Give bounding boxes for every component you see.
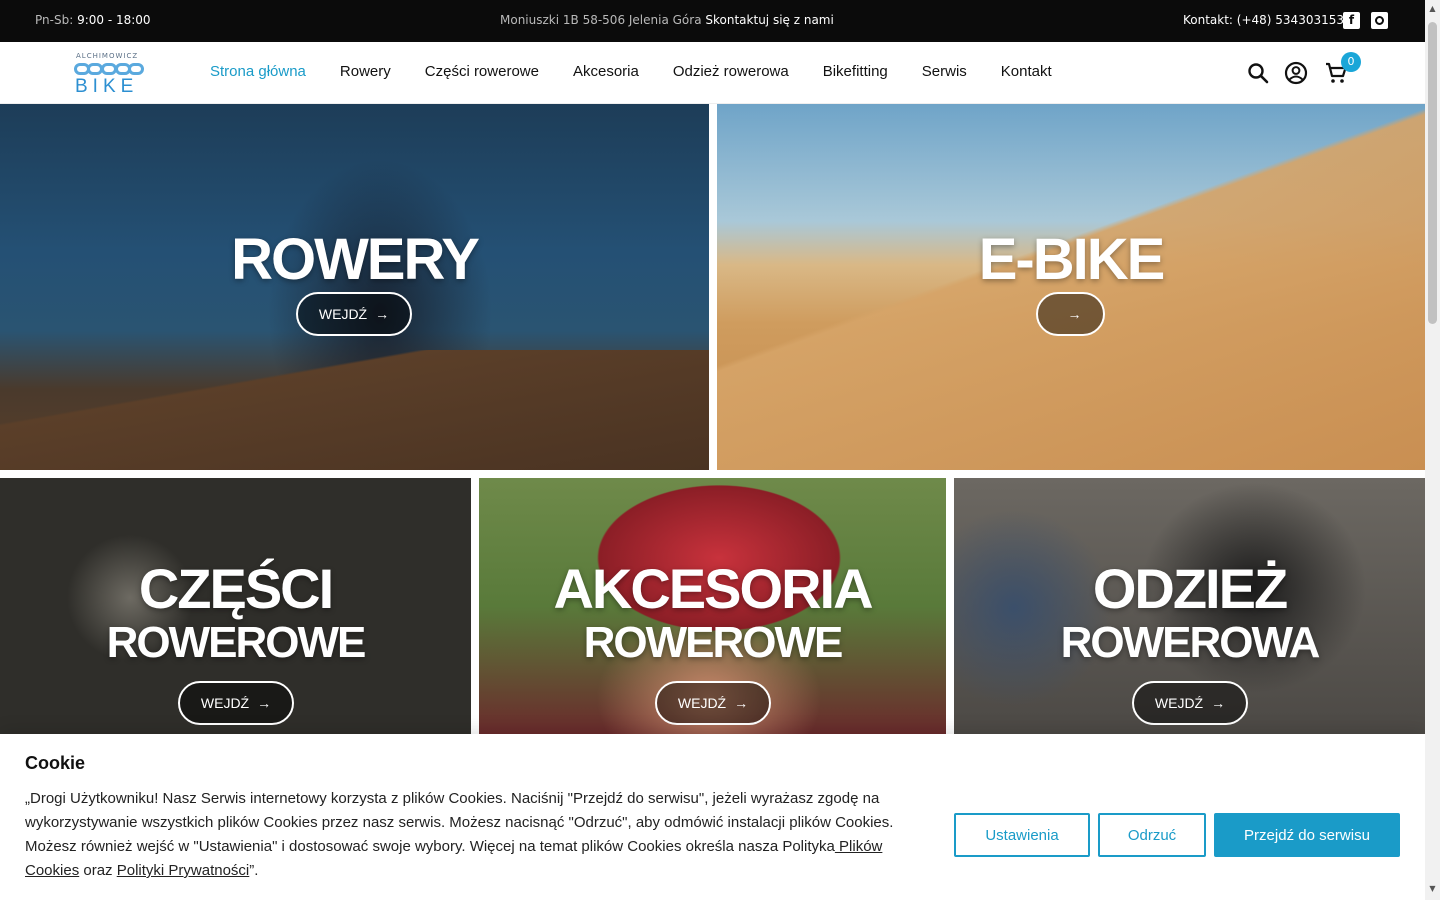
scroll-down-icon[interactable]: ▼ (1428, 884, 1437, 893)
cookie-body: „Drogi Użytkowniku! Nasz Serwis internet… (25, 790, 894, 855)
street-address: Moniuszki 1B 58-506 Jelenia Góra (500, 13, 702, 27)
cookie-settings-button[interactable]: Ustawienia (954, 813, 1090, 857)
opening-hours: Pn-Sb: 9:00 - 18:00 (35, 13, 151, 27)
tile-accessories-title-line2: ROWEROWE (583, 618, 844, 667)
tile-parts-button[interactable]: WEJDŹ → (178, 681, 294, 725)
tile-clothing[interactable]: ODZIEŻ ROWEROWA WEJDŹ → (954, 478, 1425, 734)
tile-accessories[interactable]: AKCESORIA ROWEROWE WEJDŹ → (479, 478, 946, 734)
nav-clothing[interactable]: Odzież rowerowa (673, 63, 789, 80)
hours-value: 9:00 - 18:00 (77, 13, 151, 27)
arrow-right-icon: → (1211, 695, 1226, 711)
hours-label: Pn-Sb: (35, 13, 74, 27)
site-logo[interactable]: ALCHIMOWICZ BIKE (74, 52, 144, 97)
contact-phone[interactable]: Kontakt: (+48) 534303153 (1183, 13, 1344, 27)
tile-clothing-title-line2: ROWEROWA (1060, 618, 1321, 667)
tile-parts-button-label: WEJDŹ (200, 695, 250, 711)
cookie-accept-button[interactable]: Przejdź do serwisu (1214, 813, 1400, 857)
search-icon[interactable] (1246, 61, 1270, 85)
tile-bikes[interactable]: ROWERY WEJDŹ → (0, 104, 709, 470)
tile-parts-title-line2: ROWEROWE (106, 618, 367, 667)
cookie-banner: Cookie „Drogi Użytkowniku! Nasz Serwis i… (0, 734, 1425, 900)
nav-contact[interactable]: Kontakt (1001, 63, 1052, 80)
tile-parts-title-line1: CZĘŚCI (138, 557, 334, 620)
arrow-right-icon: → (1067, 306, 1082, 322)
tile-clothing-button-label: WEJDŹ (1154, 695, 1204, 711)
arrow-right-icon: → (375, 306, 390, 322)
main-nav: Strona główna Rowery Części rowerowe Akc… (210, 63, 1052, 80)
arrow-right-icon: → (257, 695, 272, 711)
tile-clothing-button[interactable]: WEJDŹ → (1132, 681, 1248, 725)
page-scrollbar[interactable]: ▲ ▼ (1425, 0, 1440, 900)
tile-clothing-title-line1: ODZIEŻ (1092, 557, 1288, 620)
chain-logo-icon (74, 63, 144, 75)
privacy-policy-link[interactable]: Polityki Prywatności (117, 862, 250, 879)
tile-accessories-button-label: WEJDŹ (677, 695, 727, 711)
scrollbar-thumb[interactable] (1428, 22, 1437, 324)
cookie-text: „Drogi Użytkowniku! Nasz Serwis internet… (25, 787, 925, 883)
facebook-icon[interactable]: f (1343, 12, 1360, 29)
nav-bikes[interactable]: Rowery (340, 63, 391, 80)
tile-ebike[interactable]: E-BIKE → (717, 104, 1425, 470)
tile-bikes-title: ROWERY (231, 227, 480, 292)
nav-parts[interactable]: Części rowerowe (425, 63, 539, 80)
nav-accessories[interactable]: Akcesoria (573, 63, 639, 80)
scroll-up-icon[interactable]: ▲ (1428, 4, 1437, 13)
contact-us-link[interactable]: Skontaktuj się z nami (705, 13, 833, 27)
tile-ebike-title: E-BIKE (978, 227, 1166, 292)
nav-home[interactable]: Strona główna (210, 63, 306, 80)
nav-bikefitting[interactable]: Bikefitting (823, 63, 888, 80)
arrow-right-icon: → (734, 695, 749, 711)
cookie-reject-button[interactable]: Odrzuć (1098, 813, 1206, 857)
cookie-end: ”. (249, 862, 259, 879)
logo-big-text: BIKE (75, 76, 139, 97)
instagram-icon[interactable] (1371, 12, 1388, 29)
nav-service[interactable]: Serwis (922, 63, 967, 80)
cart-count-badge: 0 (1341, 52, 1361, 72)
cookie-and: oraz (79, 862, 117, 879)
tile-bikes-button[interactable]: WEJDŹ → (296, 292, 412, 336)
cookie-title: Cookie (25, 753, 86, 773)
tile-parts[interactable]: CZĘŚCI ROWEROWE WEJDŹ → (0, 478, 471, 734)
tile-accessories-title-line1: AKCESORIA (553, 557, 873, 620)
tile-bikes-image (0, 350, 709, 470)
top-bar: Pn-Sb: 9:00 - 18:00 Moniuszki 1B 58-506 … (0, 0, 1425, 42)
address: Moniuszki 1B 58-506 Jelenia Góra Skontak… (500, 13, 834, 27)
main-header: ALCHIMOWICZ BIKE Strona główna Rowery Cz… (0, 42, 1425, 104)
logo-small-text: ALCHIMOWICZ (76, 52, 139, 60)
tile-accessories-button[interactable]: WEJDŹ → (655, 681, 771, 725)
tile-ebike-button[interactable]: → (1036, 292, 1105, 336)
tile-bikes-button-label: WEJDŹ (318, 306, 368, 322)
account-icon[interactable] (1284, 61, 1308, 85)
